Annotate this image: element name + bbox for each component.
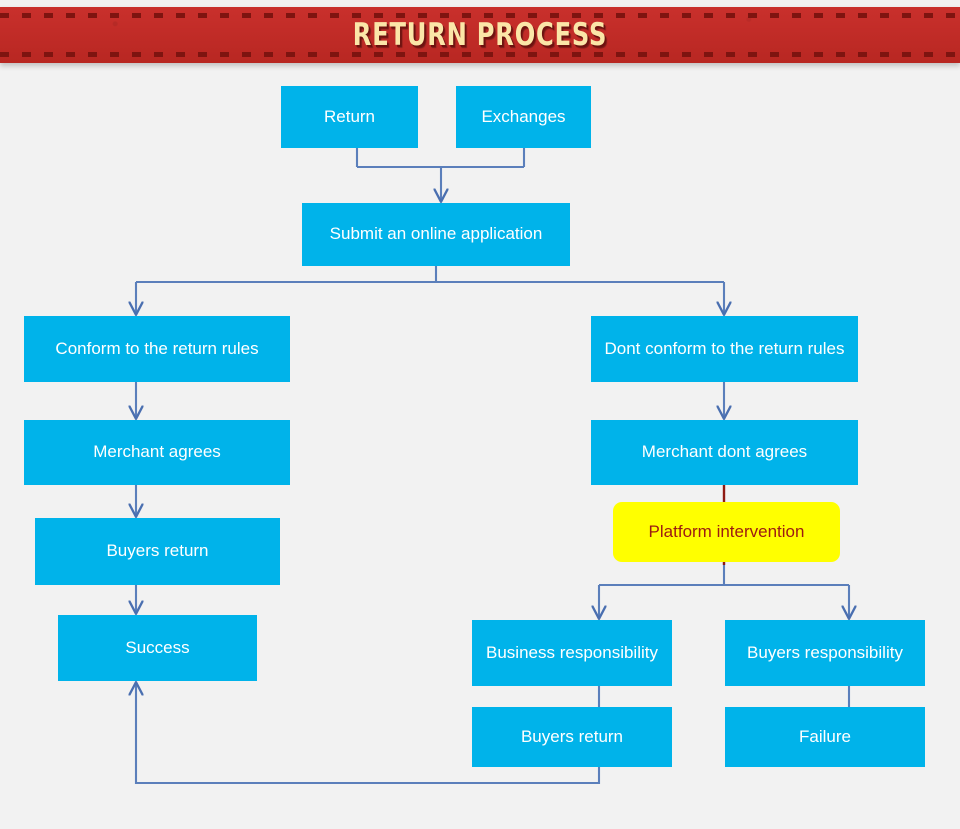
node-label: Conform to the return rules [55, 338, 259, 358]
node-label: Dont conform to the return rules [604, 338, 845, 358]
node-label: Buyers return [520, 726, 624, 746]
node-label: Buyers return [106, 541, 209, 561]
node-platform-intervention[interactable]: Platform intervention [613, 502, 840, 562]
header-banner: RETURN PROCESS [0, 7, 960, 63]
node-conform-to-return-rules[interactable]: Conform to the return rules [24, 316, 290, 382]
node-label: Buyers responsibility [747, 642, 903, 662]
node-merchant-agrees[interactable]: Merchant agrees [24, 420, 290, 485]
node-exchanges[interactable]: Exchanges [456, 86, 591, 148]
node-failure[interactable]: Failure [725, 707, 925, 767]
node-buyers-return-left[interactable]: Buyers return [35, 518, 280, 585]
node-dont-conform-to-return-rules[interactable]: Dont conform to the return rules [591, 316, 858, 382]
node-label: Merchant agrees [93, 442, 221, 462]
node-label: Platform intervention [648, 521, 805, 541]
node-submit-online-application[interactable]: Submit an online application [302, 203, 570, 266]
node-buyers-return-right[interactable]: Buyers return [472, 707, 672, 767]
node-label: Exchanges [481, 106, 566, 126]
node-success[interactable]: Success [58, 615, 257, 681]
node-buyers-responsibility[interactable]: Buyers responsibility [725, 620, 925, 686]
node-label: Submit an online application [329, 224, 543, 244]
node-return[interactable]: Return [281, 86, 418, 148]
node-business-responsibility[interactable]: Business responsibility [472, 620, 672, 686]
node-label: Failure [799, 726, 851, 746]
node-label: Return [323, 106, 376, 126]
node-label: Merchant dont agrees [641, 442, 808, 462]
node-label: Business responsibility [486, 642, 658, 662]
node-merchant-dont-agrees[interactable]: Merchant dont agrees [591, 420, 858, 485]
node-label: Success [125, 637, 190, 657]
page-title: RETURN PROCESS [352, 17, 608, 53]
